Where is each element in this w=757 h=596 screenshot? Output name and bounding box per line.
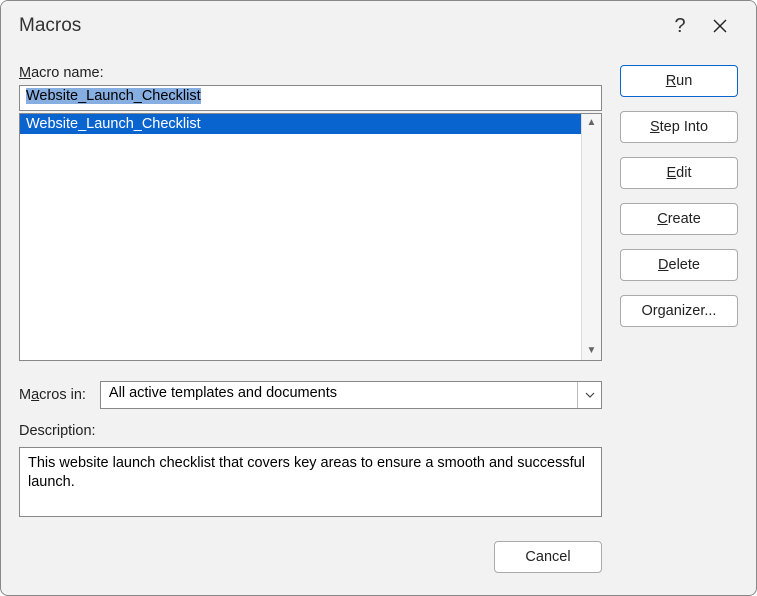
dropdown-selected: All active templates and documents	[101, 382, 577, 408]
list-item[interactable]: Website_Launch_Checklist	[20, 114, 581, 134]
organizer-button[interactable]: Organizer...	[620, 295, 738, 327]
description-label: Description:	[19, 423, 602, 439]
help-button[interactable]: ?	[660, 15, 700, 38]
close-button[interactable]	[700, 18, 740, 34]
close-icon	[712, 18, 728, 34]
macro-list: Website_Launch_Checklist ▲ ▼	[19, 113, 602, 361]
dropdown-toggle[interactable]	[577, 382, 601, 408]
macros-dialog: Macros ? Macro name: Website_Launch_Chec…	[0, 0, 757, 596]
macro-name-input[interactable]: Website_Launch_Checklist	[19, 85, 602, 111]
scrollbar[interactable]: ▲ ▼	[581, 114, 601, 360]
right-column: Run Step Into Edit Create Delete Organiz…	[620, 65, 738, 577]
edit-button[interactable]: Edit	[620, 157, 738, 189]
scroll-down-icon[interactable]: ▼	[587, 346, 597, 356]
macro-list-items[interactable]: Website_Launch_Checklist	[20, 114, 581, 360]
create-button[interactable]: Create	[620, 203, 738, 235]
macros-in-dropdown[interactable]: All active templates and documents	[100, 381, 602, 409]
scroll-up-icon[interactable]: ▲	[587, 118, 597, 128]
macro-name-label: Macro name:	[19, 65, 602, 81]
left-column: Macro name: Website_Launch_Checklist Web…	[19, 65, 602, 577]
macros-in-row: Macros in: All active templates and docu…	[19, 381, 602, 409]
dialog-body: Macro name: Website_Launch_Checklist Web…	[1, 51, 756, 595]
delete-button[interactable]: Delete	[620, 249, 738, 281]
dialog-title: Macros	[19, 15, 81, 37]
titlebar: Macros ?	[1, 1, 756, 51]
bottom-button-row: Cancel	[19, 541, 602, 573]
macros-in-label: Macros in:	[19, 387, 86, 403]
step-into-button[interactable]: Step Into	[620, 111, 738, 143]
description-box[interactable]: This website launch checklist that cover…	[19, 447, 602, 517]
chevron-down-icon	[585, 392, 595, 398]
run-button[interactable]: Run	[620, 65, 738, 97]
cancel-button[interactable]: Cancel	[494, 541, 602, 573]
